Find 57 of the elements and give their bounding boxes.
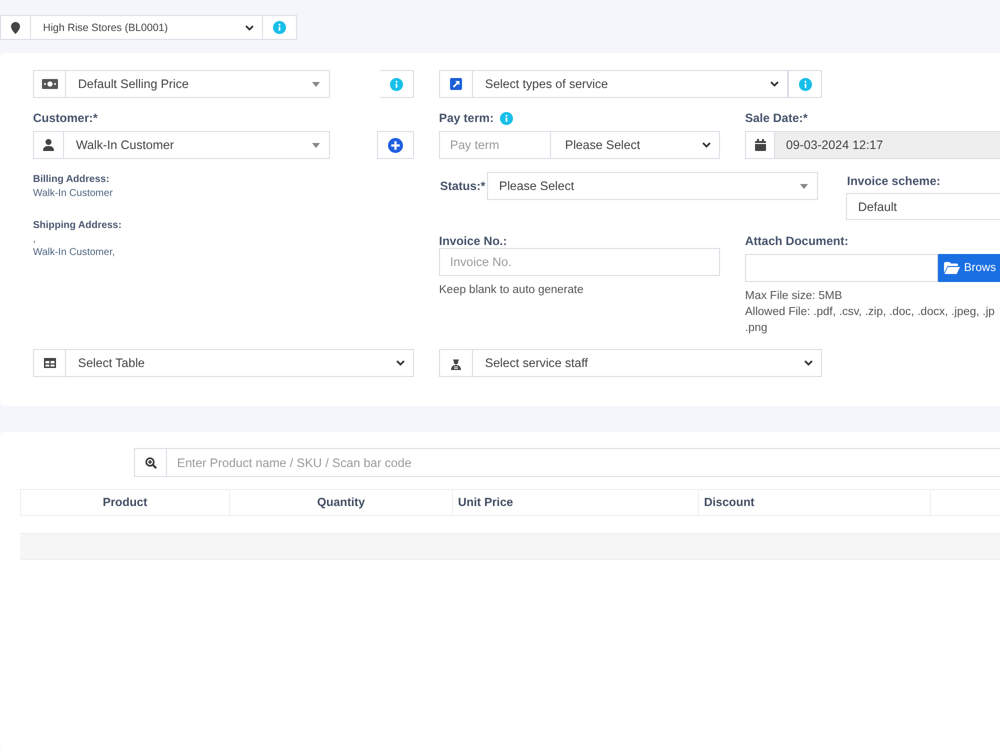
max-file-size-text: Max File size: 5MB [745, 289, 844, 304]
invoice-number-label: Invoice No.: [439, 234, 508, 248]
column-header: Discount [699, 490, 931, 515]
location-select[interactable]: High Rise Stores (BL0001) [30, 15, 263, 40]
column-header: Product [21, 490, 230, 515]
address-line: Walk-In Customer, [33, 246, 116, 259]
column-header: Unit Price [453, 490, 699, 515]
folder-icon [944, 262, 960, 274]
plus-circle-icon [388, 138, 403, 152]
caret-icon [800, 184, 808, 189]
file-field[interactable] [745, 254, 938, 282]
shipping-address-label: Shipping Address: [33, 219, 123, 233]
table-select[interactable]: Select Table [65, 349, 414, 377]
calendar-icon [754, 139, 766, 151]
address-line: Walk-In Customer [33, 187, 114, 200]
banknote-icon [42, 79, 58, 89]
allowed-files-text: Allowed File: .pdf, .csv, .zip, .doc, .docx, .jpeg, .jp .png [745, 305, 996, 336]
info-icon [798, 78, 812, 90]
chevron-down-icon [770, 81, 779, 87]
chevron-down-icon [396, 360, 405, 366]
customer-select[interactable]: Walk-In Customer [63, 131, 330, 159]
sale-date-label: Sale Date:* [745, 111, 809, 125]
chevron-down-icon [804, 360, 813, 366]
arrow-square-icon [450, 78, 462, 90]
info-icon [390, 78, 403, 90]
invoice-scheme-select[interactable]: Default [846, 193, 1000, 220]
invoice-scheme-label: Invoice scheme: [847, 174, 942, 188]
address-line: , [33, 233, 37, 246]
price-group-select[interactable]: Default Selling Price [65, 70, 330, 98]
chevron-down-icon [245, 24, 254, 30]
status-select[interactable]: Please Select [487, 172, 818, 200]
table-grid-icon [44, 358, 56, 368]
status-label: Status:* [440, 179, 483, 193]
add-customer-button[interactable] [377, 131, 414, 159]
product-search-field[interactable]: Enter Product name / SKU / Scan bar code [166, 448, 1000, 477]
column-header: Quantity [230, 490, 453, 515]
pay-term-period-select[interactable]: Please Select [550, 131, 720, 159]
caret-icon [312, 143, 320, 148]
caret-icon [312, 82, 320, 87]
invoice-number-field[interactable]: Invoice No. [439, 248, 720, 276]
zoom-in-icon [144, 456, 156, 468]
service-staff-select[interactable]: Select service staff [472, 349, 822, 377]
info-icon [273, 21, 286, 34]
service-type-select[interactable]: Select types of service [472, 70, 788, 98]
pay-term-field[interactable]: Pay term [439, 131, 551, 159]
attach-document-label: Attach Document: [745, 234, 850, 248]
browse-button[interactable]: Brows [938, 254, 1000, 282]
info-icon [500, 112, 513, 124]
billing-address-label: Billing Address: [33, 173, 110, 187]
chevron-down-icon [702, 142, 711, 148]
sale-date-field[interactable]: 09-03-2024 12:17 [774, 131, 1000, 159]
customer-label: Customer:* [33, 111, 99, 125]
pay-term-label: Pay term: [439, 111, 494, 125]
help-text: Keep blank to auto generate [439, 283, 585, 298]
map-pin-icon [11, 22, 20, 34]
user-icon [43, 139, 54, 151]
person-icon [451, 356, 461, 370]
